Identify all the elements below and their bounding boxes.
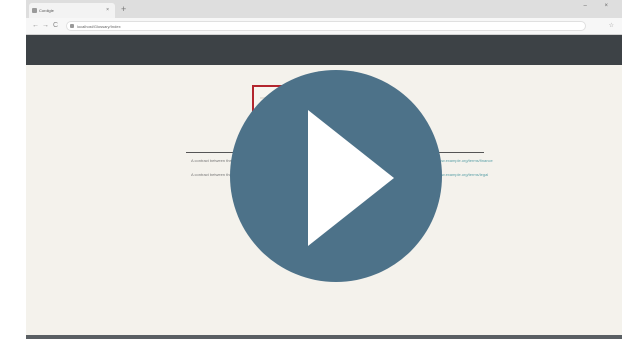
- window-controls[interactable]: – ×: [583, 3, 616, 9]
- browser-tab[interactable]: Cordigle ×: [29, 3, 115, 18]
- tab-strip: Cordigle × + – ×: [26, 0, 622, 18]
- favicon-icon: [32, 8, 37, 13]
- play-button[interactable]: [230, 70, 442, 282]
- url-text: localhost/Glossary/Index: [77, 24, 121, 29]
- bookmark-star-icon[interactable]: ☆: [609, 22, 614, 29]
- bottom-bar: [26, 335, 622, 339]
- play-icon: [308, 110, 394, 246]
- url-input[interactable]: localhost/Glossary/Index: [66, 21, 586, 31]
- reload-icon[interactable]: C: [53, 22, 58, 30]
- lock-icon: [70, 24, 74, 28]
- tab-title: Cordigle: [39, 8, 54, 13]
- tab-close-icon[interactable]: ×: [106, 3, 109, 18]
- app-header-bar: [26, 35, 622, 65]
- new-tab-button[interactable]: +: [121, 3, 126, 15]
- forward-arrow-icon[interactable]: →: [42, 22, 49, 30]
- back-arrow-icon[interactable]: ←: [32, 22, 39, 30]
- address-bar-row: ← → C localhost/Glossary/Index ☆: [26, 18, 622, 35]
